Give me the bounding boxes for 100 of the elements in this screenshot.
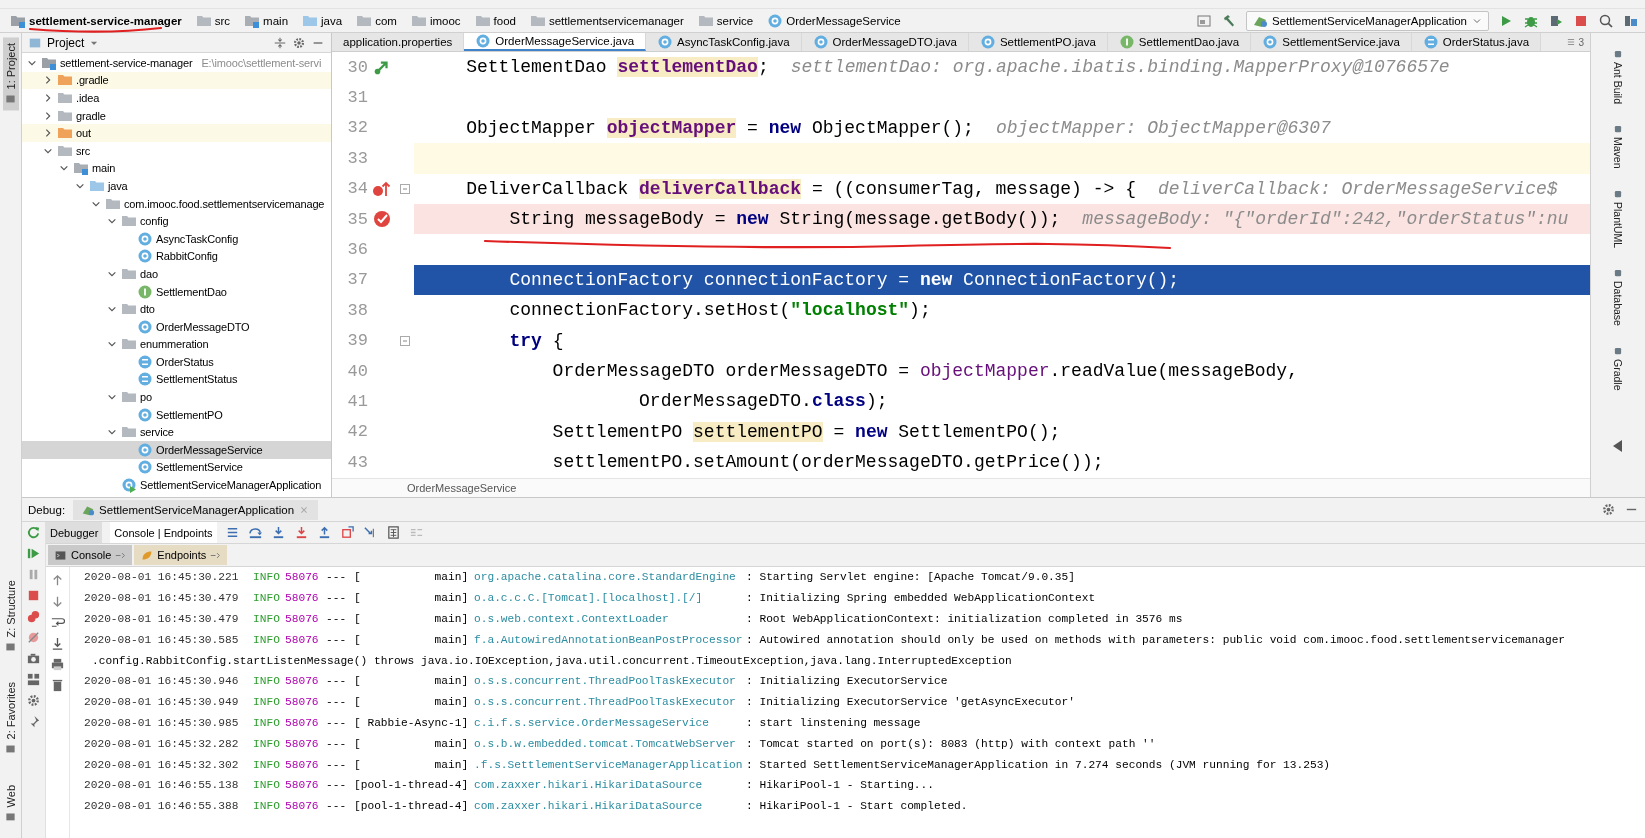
tool-window-icon <box>1613 49 1623 59</box>
class-icon <box>475 33 492 49</box>
editor-tab[interactable]: SettlementDao.java <box>1107 33 1252 51</box>
tree-item[interactable]: config <box>22 212 331 230</box>
breakpoints-icon[interactable] <box>26 609 41 624</box>
step-over-icon[interactable] <box>247 525 263 540</box>
class-icon <box>137 406 153 423</box>
tree-item[interactable]: OrderMessageDTO <box>22 317 331 336</box>
tree-item[interactable]: gradle <box>22 106 331 125</box>
log-timestamp: 2020-08-01 16:45:32.302 <box>84 758 240 771</box>
breadcrumb-item[interactable]: java <box>298 11 347 30</box>
breadcrumb-item[interactable]: src <box>191 11 235 30</box>
tree-item[interactable]: service <box>22 423 331 442</box>
tool-window-tab[interactable]: 1: Project <box>2 37 19 111</box>
calculator-icon[interactable] <box>385 525 401 540</box>
tree-item[interactable]: AsyncTaskConfig <box>22 229 331 248</box>
debugger-tab[interactable]: Debugger <box>46 522 103 543</box>
settings-icon[interactable] <box>26 693 41 708</box>
editor-tab[interactable]: application.properties <box>332 33 465 51</box>
breadcrumb-item[interactable]: imooc <box>406 11 465 30</box>
mute-breakpoints-icon[interactable] <box>26 630 41 645</box>
breadcrumb-item[interactable]: service <box>693 11 758 30</box>
tool-window-tab[interactable]: Maven <box>1612 122 1624 171</box>
trash-icon[interactable] <box>50 678 65 693</box>
tree-item[interactable]: po <box>22 388 331 406</box>
tree-item[interactable]: com.imooc.food.settlementservicemanage <box>22 194 331 213</box>
tree-item[interactable]: dto <box>22 300 331 318</box>
session-tab[interactable]: SettlementServiceManagerApplication <box>73 499 319 520</box>
tree-item[interactable]: settlement-service-manager E:\imooc\settlement-servi <box>22 54 331 72</box>
arrow-icon[interactable] <box>373 58 391 77</box>
tree-item[interactable]: src <box>22 141 331 160</box>
tool-window-tab[interactable]: Gradle <box>1612 343 1624 393</box>
editor-tab[interactable]: OrderStatus.java <box>1411 33 1542 51</box>
chevron-icon[interactable] <box>43 128 53 139</box>
tree-item[interactable]: .idea <box>22 89 331 107</box>
editor-tab[interactable]: AsyncTaskConfig.java <box>646 33 802 51</box>
settings-icon[interactable] <box>292 35 306 50</box>
console-tab[interactable]: Console <box>48 545 133 565</box>
line-number: 37 <box>346 270 368 290</box>
breadcrumb-item[interactable]: com <box>352 11 401 30</box>
soft-wrap-icon[interactable] <box>50 615 65 630</box>
editor-tab[interactable]: SettlementPO.java <box>968 33 1108 51</box>
breadcrumb-item[interactable]: OrderMessageService <box>763 11 905 30</box>
stop-icon[interactable] <box>26 588 41 603</box>
breadcrumb-item[interactable]: settlement-service-manager <box>6 11 186 30</box>
tree-item[interactable]: RabbitConfig <box>22 247 331 266</box>
class-icon <box>1262 34 1279 50</box>
print-icon[interactable] <box>50 657 65 672</box>
tool-window-tab[interactable]: Web <box>2 778 19 828</box>
search-icon[interactable] <box>1598 12 1614 29</box>
chevron-icon[interactable] <box>43 93 53 103</box>
resume-icon[interactable] <box>26 546 41 561</box>
drop-frame-icon[interactable] <box>339 525 355 540</box>
layout-icon[interactable] <box>26 672 41 687</box>
tool-window-tab[interactable]: Z: Structure <box>2 573 19 659</box>
tree-item[interactable]: dao <box>22 265 331 283</box>
tree-item[interactable]: out <box>22 124 331 142</box>
layout-icon[interactable] <box>1196 12 1213 29</box>
code-line: ObjectMapper objectMapper = new ObjectMapper(); <box>465 117 974 138</box>
tree-item[interactable]: main <box>22 159 331 178</box>
tree-item[interactable]: OrderMessageService <box>22 441 331 459</box>
editor-tab[interactable]: OrderMessageDTO.java <box>801 33 969 51</box>
tree-item[interactable]: java <box>22 177 331 195</box>
breadcrumb-item[interactable]: OrderMessageService <box>407 482 517 494</box>
tool-window-tab[interactable]: Ant Build <box>1612 47 1624 107</box>
log-separator: --- <box>326 571 348 584</box>
tree-item[interactable]: enummeration <box>22 335 331 354</box>
tree-item[interactable]: .gradle <box>22 71 331 90</box>
hidden-tabs-count[interactable]: 3 <box>1560 33 1590 51</box>
tree-item[interactable]: SettlementService <box>22 458 331 477</box>
breadcrumb-item[interactable]: food <box>470 11 520 30</box>
tool-window-icon <box>5 641 16 653</box>
logger-name: .f.s.SettlementServiceManagerApplication <box>474 758 744 771</box>
tree-item[interactable]: SettlementServiceManagerApplication <box>22 476 331 494</box>
log-message: : Started SettlementServiceManagerApplication in 7.274 seconds (JVM running for 13.253) <box>746 758 1332 771</box>
breakpoint-icon[interactable] <box>373 210 391 229</box>
tool-window-tab[interactable]: PlantUML <box>1612 186 1624 250</box>
tree-item[interactable]: SettlementStatus <box>22 370 331 389</box>
breakpoint-icon[interactable] <box>372 179 392 198</box>
breadcrumb-item[interactable]: settlementservicemanager <box>525 11 688 30</box>
tool-window-tab[interactable]: 2: Favorites <box>2 676 19 761</box>
chevron-icon[interactable] <box>43 110 53 121</box>
chevron-icon[interactable] <box>43 75 53 86</box>
breadcrumb-item[interactable]: main <box>240 11 293 30</box>
editor-tab[interactable]: SettlementService.java <box>1251 33 1412 51</box>
tree-item[interactable]: SettlementPO <box>22 405 331 424</box>
rerun-icon[interactable] <box>26 525 41 540</box>
run-configuration-dropdown[interactable]: SettlementServiceManagerApplication <box>1246 10 1489 31</box>
camera-icon[interactable] <box>26 651 41 666</box>
tree-item[interactable]: OrderStatus <box>22 353 331 371</box>
tree-item[interactable]: SettlementDao <box>22 282 331 301</box>
tool-window-tab[interactable]: Database <box>1612 265 1624 328</box>
scroll-to-end-icon[interactable] <box>50 636 65 651</box>
editor-tab[interactable]: OrderMessageService.java <box>464 33 647 51</box>
log-separator: --- <box>326 613 348 625</box>
project-path: E:\imooc\settlement-servi <box>201 56 322 69</box>
debugger-tab[interactable]: Console | Endpoints <box>110 522 217 543</box>
console-tab[interactable]: Endpoints <box>134 545 228 565</box>
log-separator: --- <box>326 633 348 646</box>
settings-icon[interactable] <box>1601 502 1616 517</box>
